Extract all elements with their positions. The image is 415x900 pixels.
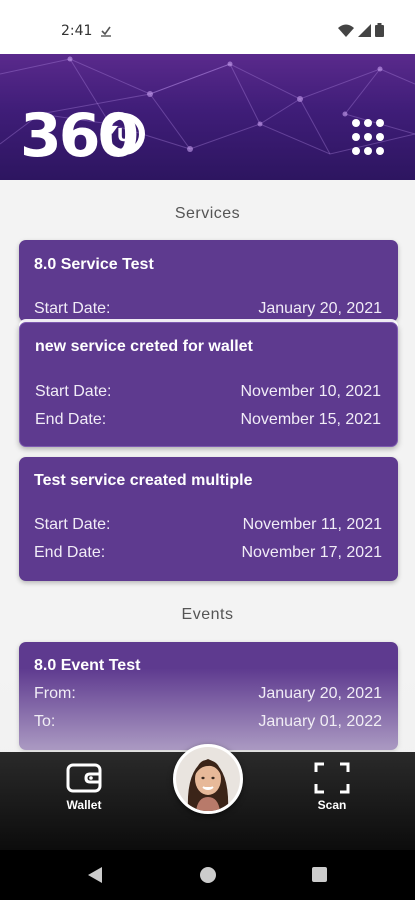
to-label: To: [34,713,56,730]
status-bar: 2:41 [0,0,415,54]
logo-badge-icon: U [103,113,145,155]
grid-dot [376,133,384,141]
grid-dot [364,119,372,127]
wallet-tab[interactable]: Wallet [44,762,124,812]
wallet-icon [66,763,102,793]
service-name: new service creted for wallet [35,338,253,355]
service-name: 8.0 Service Test [34,256,154,273]
back-icon[interactable] [88,867,102,883]
grid-dot [376,119,384,127]
start-date-label: Start Date: [35,383,112,400]
status-time: 2:41 [61,23,93,39]
status-icons [338,23,384,37]
event-card[interactable]: 8.0 Event Test From: January 20, 2021 To… [19,642,398,750]
end-date-label: End Date: [35,411,107,428]
services-heading: Services [174,205,241,222]
end-date-label: End Date: [34,544,106,561]
service-card[interactable]: 8.0 Service Test Start Date: January 20,… [19,240,398,322]
avatar[interactable] [173,744,243,814]
start-date-value: November 11, 2021 [242,516,382,533]
start-date-label: Start Date: [34,300,111,317]
start-date-label: Start Date: [34,516,111,533]
grid-dot [376,147,384,155]
system-nav-bar [0,850,415,900]
service-card[interactable]: Test service created multiple Start Date… [19,457,398,581]
scan-label: Scan [317,798,347,812]
logo-badge-letter: U [117,125,132,146]
scan-icon [314,762,350,794]
grid-dot [352,133,360,141]
to-date-value: January 01, 2022 [258,713,382,730]
start-date-value: January 20, 2021 [258,300,382,317]
end-date-value: November 17, 2021 [241,544,382,561]
recents-icon[interactable] [312,867,327,882]
grid-dot [364,147,372,155]
wifi-icon [338,24,354,37]
grid-dot [364,133,372,141]
scan-tab[interactable]: Scan [292,762,372,812]
wallet-label: Wallet [66,798,102,812]
download-done-icon [100,24,112,42]
service-name: Test service created multiple [34,472,253,489]
profile-photo-icon [176,747,240,811]
grid-menu-button[interactable] [352,119,390,157]
events-heading: Events [181,606,234,623]
home-icon[interactable] [199,866,217,884]
battery-icon [375,23,384,37]
from-label: From: [34,685,76,702]
grid-dot [352,147,360,155]
service-card[interactable]: new service creted for wallet Start Date… [19,322,398,447]
signal-icon [358,23,371,37]
app-header: 360 U [0,54,415,180]
from-date-value: January 20, 2021 [258,685,382,702]
event-name: 8.0 Event Test [34,657,141,674]
end-date-value: November 15, 2021 [240,411,381,428]
grid-dot [352,119,360,127]
start-date-value: November 10, 2021 [240,383,381,400]
